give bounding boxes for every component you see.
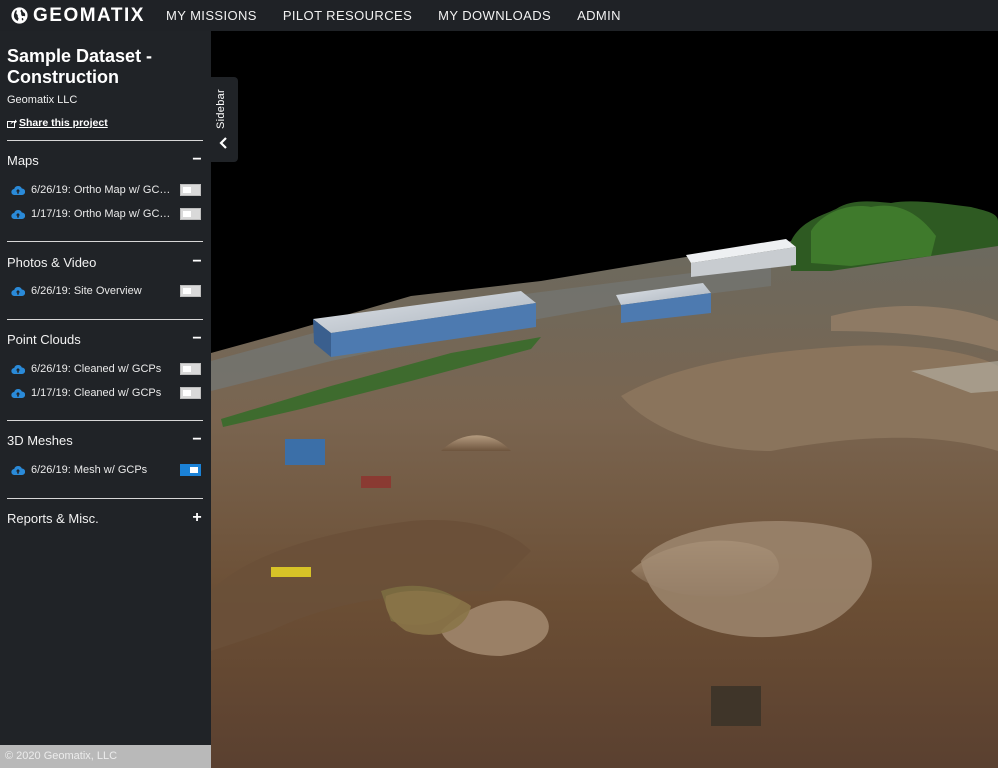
share-project-link[interactable]: Share this project xyxy=(7,117,108,129)
nav-pilot-resources[interactable]: PILOT RESOURCES xyxy=(283,8,412,23)
cloud-upload-icon xyxy=(11,364,25,374)
project-title: Sample Dataset - Construction xyxy=(7,46,153,87)
chevron-left-icon xyxy=(219,137,227,149)
layer-item[interactable]: 1/17/19: Ortho Map w/ GCPs xyxy=(11,206,201,222)
nav-admin[interactable]: ADMIN xyxy=(577,8,621,23)
layer-label: 1/17/19: Ortho Map w/ GCPs xyxy=(31,208,171,220)
divider xyxy=(7,140,203,141)
layer-toggle-switch[interactable] xyxy=(180,363,201,375)
layer-label: 6/26/19: Mesh w/ GCPs xyxy=(31,464,148,476)
collapse-icon[interactable]: − xyxy=(191,431,203,449)
collapse-icon[interactable]: − xyxy=(191,151,203,169)
section-header-reports[interactable]: Reports & Misc. + xyxy=(7,508,203,528)
divider xyxy=(7,420,203,421)
brand-name: GEOMATIX xyxy=(33,4,145,26)
footer-copyright: © 2020 Geomatix, LLC xyxy=(0,745,211,768)
layer-item[interactable]: 6/26/19: Mesh w/ GCPs xyxy=(11,462,201,478)
brand-logo[interactable]: GEOMATIX xyxy=(0,5,160,27)
main-nav: MY MISSIONS PILOT RESOURCES MY DOWNLOADS… xyxy=(166,8,647,23)
layer-label: 1/17/19: Cleaned w/ GCPs xyxy=(31,387,162,399)
section-header-photos-video[interactable]: Photos & Video − xyxy=(7,252,203,272)
section-header-3d-meshes[interactable]: 3D Meshes − xyxy=(7,430,203,450)
layer-toggle-switch[interactable] xyxy=(180,464,201,476)
section-title: Point Clouds xyxy=(7,331,81,347)
layer-toggle-switch[interactable] xyxy=(180,387,201,399)
section-title: 3D Meshes xyxy=(7,432,73,448)
layer-toggle-switch[interactable] xyxy=(180,208,201,220)
layer-label: 6/26/19: Ortho Map w/ GCPs xyxy=(31,184,171,196)
collapse-icon[interactable]: − xyxy=(191,330,203,348)
layer-label: 6/26/19: Site Overview xyxy=(31,285,142,297)
divider xyxy=(7,319,203,320)
cloud-upload-icon xyxy=(11,209,25,219)
cloud-upload-icon xyxy=(11,286,25,296)
sidebar-toggle-tab[interactable]: Sidebar xyxy=(211,77,238,162)
share-project-label: Share this project xyxy=(19,117,108,129)
3d-mesh-viewer[interactable] xyxy=(211,31,998,768)
cloud-upload-icon xyxy=(11,465,25,475)
cloud-upload-icon xyxy=(11,388,25,398)
expand-icon[interactable]: + xyxy=(191,509,203,527)
share-icon xyxy=(7,119,17,128)
site-mesh-render xyxy=(211,201,998,768)
cloud-upload-icon xyxy=(11,185,25,195)
collapse-icon[interactable]: − xyxy=(191,253,203,271)
layer-toggle-switch[interactable] xyxy=(180,285,201,297)
nav-my-missions[interactable]: MY MISSIONS xyxy=(166,8,257,23)
layer-item[interactable]: 6/26/19: Ortho Map w/ GCPs xyxy=(11,182,201,198)
section-header-point-clouds[interactable]: Point Clouds − xyxy=(7,329,203,349)
section-header-maps[interactable]: Maps − xyxy=(7,150,203,170)
sidebar-tab-label: Sidebar xyxy=(215,89,227,130)
divider xyxy=(7,498,203,499)
globe-icon xyxy=(11,7,28,24)
top-navbar: GEOMATIX MY MISSIONS PILOT RESOURCES MY … xyxy=(0,0,998,31)
layer-item[interactable]: 6/26/19: Site Overview xyxy=(11,283,201,299)
project-organization: Geomatix LLC xyxy=(7,94,78,106)
layer-toggle-switch[interactable] xyxy=(180,184,201,196)
layer-item[interactable]: 1/17/19: Cleaned w/ GCPs xyxy=(11,385,201,401)
divider xyxy=(7,241,203,242)
layer-item[interactable]: 6/26/19: Cleaned w/ GCPs xyxy=(11,361,201,377)
section-title: Maps xyxy=(7,152,39,168)
layer-label: 6/26/19: Cleaned w/ GCPs xyxy=(31,363,162,375)
section-title: Reports & Misc. xyxy=(7,510,99,526)
sidebar: Sample Dataset - Construction Geomatix L… xyxy=(0,31,211,768)
section-title: Photos & Video xyxy=(7,254,97,270)
nav-my-downloads[interactable]: MY DOWNLOADS xyxy=(438,8,551,23)
